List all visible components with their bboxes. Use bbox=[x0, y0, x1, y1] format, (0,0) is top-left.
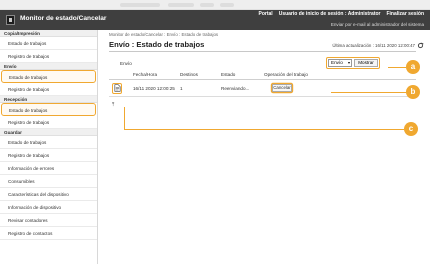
app-header: Monitor de estado/Cancelar Portal Usuari… bbox=[0, 10, 430, 30]
blurred-url-segment bbox=[200, 3, 214, 7]
blurred-url-segment bbox=[168, 3, 194, 7]
chevron-down-icon: ▾ bbox=[347, 60, 350, 65]
job-type-select-value: Envío bbox=[331, 60, 343, 65]
table-header: Fecha/Hora Destinos Estado Operación del… bbox=[109, 72, 416, 80]
document-icon bbox=[114, 84, 120, 92]
last-update-text: Última actualización : 16/11 2020 12:00:… bbox=[332, 43, 415, 48]
row-destinations: 1 bbox=[180, 85, 183, 91]
job-details-icon[interactable] bbox=[112, 82, 122, 94]
sidebar-item-device-features[interactable]: Características del dispositivo bbox=[0, 188, 97, 201]
sidebar-item-device-info[interactable]: Información de dispositivo bbox=[0, 201, 97, 214]
callout-c: c bbox=[404, 122, 418, 136]
callout-c-leader bbox=[124, 129, 404, 130]
show-button[interactable]: Mostrar bbox=[354, 59, 378, 67]
refresh-icon[interactable] bbox=[417, 42, 424, 49]
sidebar-item-copy-job-log[interactable]: Registro de trabajos bbox=[0, 50, 97, 63]
sidebar-item-store-job-status[interactable]: Estado de trabajos bbox=[0, 136, 97, 149]
column-header-job-operation: Operación del trabajo bbox=[264, 72, 308, 77]
main-content: Monitor de estado/Cancelar : Envío : Est… bbox=[99, 30, 430, 264]
job-type-select[interactable]: Envío ▾ bbox=[328, 59, 352, 67]
last-update: Última actualización : 16/11 2020 12:00:… bbox=[332, 42, 424, 49]
table-row: 16/11 2020 12:00:25 1 Reenviando... Canc… bbox=[109, 80, 416, 97]
sidebar: Copia/Impresión Estado de trabajos Regis… bbox=[0, 30, 98, 264]
sidebar-item-receive-job-log[interactable]: Registro de trabajos bbox=[0, 116, 97, 129]
sidebar-section-receive: Recepción bbox=[0, 96, 97, 103]
sidebar-item-copy-job-status[interactable]: Estado de trabajos bbox=[0, 37, 97, 50]
column-header-datetime: Fecha/Hora bbox=[133, 72, 158, 77]
sidebar-item-check-counters[interactable]: Revisar contadores bbox=[0, 214, 97, 227]
app-title: Monitor de estado/Cancelar bbox=[20, 15, 107, 22]
filter-label: Envío bbox=[120, 61, 132, 66]
sidebar-item-send-job-log[interactable]: Registro de trabajos bbox=[0, 83, 97, 96]
sidebar-item-consumables[interactable]: Consumibles bbox=[0, 175, 97, 188]
filter-controls: Envío ▾ Mostrar bbox=[326, 57, 380, 69]
callout-b-leader bbox=[331, 92, 406, 93]
sidebar-item-receive-job-status[interactable]: Estado de trabajos bbox=[1, 103, 96, 116]
status-monitor-icon bbox=[6, 15, 15, 25]
breadcrumb: Monitor de estado/Cancelar : Envío : Est… bbox=[109, 32, 219, 37]
column-header-destinations: Destinos bbox=[180, 72, 198, 77]
callout-c-leader-vertical bbox=[124, 107, 125, 129]
sidebar-item-send-job-status[interactable]: Estado de trabajos bbox=[1, 70, 96, 83]
row-status: Reenviando... bbox=[221, 85, 250, 91]
sidebar-item-store-job-log[interactable]: Registro de trabajos bbox=[0, 149, 97, 162]
sidebar-section-send: Envío bbox=[0, 63, 97, 70]
title-divider bbox=[109, 51, 416, 52]
logout-link[interactable]: Finalizar sesión bbox=[386, 11, 424, 17]
callout-a: a bbox=[406, 60, 420, 74]
cancel-button[interactable]: Cancelar bbox=[272, 84, 292, 92]
callout-a-leader bbox=[388, 67, 406, 68]
sidebar-section-store: Guardar bbox=[0, 129, 97, 136]
blurred-url-segment bbox=[220, 3, 234, 7]
callout-b: b bbox=[406, 85, 420, 99]
portal-link[interactable]: Portal bbox=[259, 11, 273, 17]
page-title: Envío : Estado de trabajos bbox=[109, 40, 205, 49]
blurred-url-segment bbox=[120, 3, 160, 7]
logged-in-user: Usuario de inicio de sesión : Administra… bbox=[278, 11, 381, 17]
browser-url-bar bbox=[0, 0, 430, 10]
email-admin-link[interactable]: Enviar por e-mail al administrador del s… bbox=[331, 22, 424, 27]
sidebar-section-copy-print: Copia/Impresión bbox=[0, 30, 97, 37]
row-datetime: 16/11 2020 12:00:25 bbox=[133, 85, 175, 91]
scroll-to-top-icon[interactable]: ⤒ bbox=[112, 102, 114, 108]
sidebar-item-error-info[interactable]: Información de errores bbox=[0, 162, 97, 175]
sidebar-item-contact-log[interactable]: Registro de contactos bbox=[0, 227, 97, 240]
column-header-status: Estado bbox=[221, 72, 236, 77]
job-status-table: Fecha/Hora Destinos Estado Operación del… bbox=[109, 72, 416, 97]
top-nav: Portal Usuario de inicio de sesión : Adm… bbox=[259, 11, 424, 17]
